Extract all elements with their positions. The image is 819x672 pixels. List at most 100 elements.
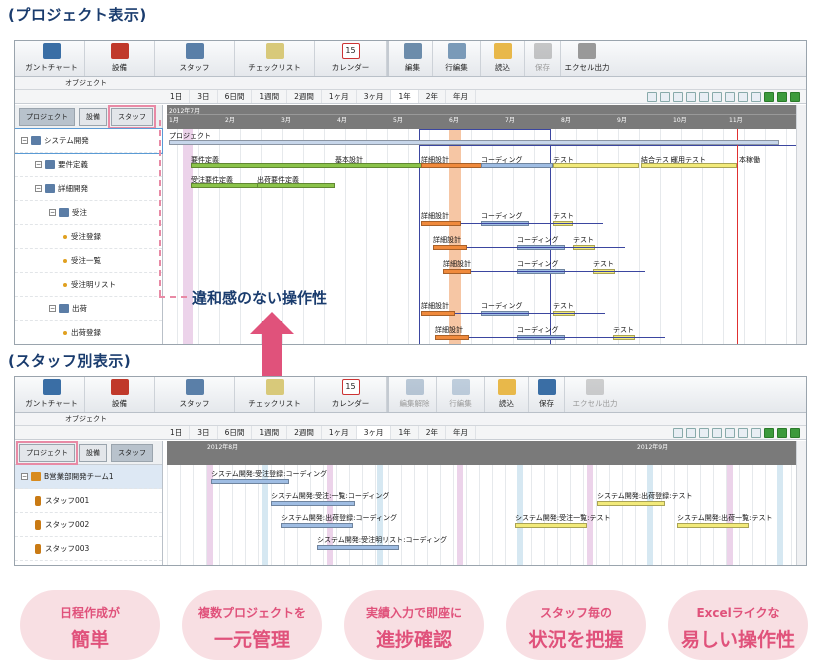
task-bar[interactable] xyxy=(435,335,469,340)
load-button[interactable]: 読込 xyxy=(485,377,529,412)
task-bar[interactable] xyxy=(191,183,259,188)
mode-staff[interactable]: スタッフ xyxy=(108,104,156,129)
mode-equipment[interactable]: 設備 xyxy=(79,443,107,462)
scale-ym[interactable]: 年月 xyxy=(446,90,477,103)
pause-icon[interactable] xyxy=(764,91,774,102)
checklist-button[interactable]: チェックリスト xyxy=(235,41,315,76)
task-bar[interactable] xyxy=(443,269,471,274)
staff-button[interactable]: スタッフ xyxy=(155,377,235,412)
tree-row[interactable]: − B営業部開発チーム1 xyxy=(15,465,162,489)
excel-export-button[interactable]: エクセル出力 xyxy=(565,377,625,412)
vertical-scrollbar[interactable] xyxy=(796,441,806,565)
expand-toggle-icon[interactable]: − xyxy=(49,209,56,216)
scale-1m[interactable]: 1ヶ月 xyxy=(322,426,357,439)
scale-2y[interactable]: 2年 xyxy=(419,90,447,103)
back-icon[interactable] xyxy=(673,427,683,438)
grid-icon[interactable] xyxy=(699,427,709,438)
save-button[interactable]: 保存 xyxy=(525,41,561,76)
tree-row[interactable]: 出荷登録 xyxy=(15,321,162,344)
row-edit-button[interactable]: 行編集 xyxy=(433,41,481,76)
task-bar[interactable] xyxy=(211,479,289,484)
expand-toggle-icon[interactable]: − xyxy=(35,185,42,192)
task-bar[interactable] xyxy=(257,183,335,188)
tree-row[interactable]: 受注登録 xyxy=(15,225,162,249)
tree-row[interactable]: スタッフ003 xyxy=(15,537,162,561)
scale-2w[interactable]: 2週間 xyxy=(287,90,322,103)
scale-3m[interactable]: 3ヶ月 xyxy=(357,90,392,103)
zoom-out-icon[interactable] xyxy=(725,427,735,438)
row-edit-button[interactable]: 行編集 xyxy=(437,377,485,412)
excel-export-button[interactable]: エクセル出力 xyxy=(561,41,613,76)
tree-row[interactable]: スタッフ002 xyxy=(15,513,162,537)
task-bar[interactable] xyxy=(677,523,749,528)
zoom-out-icon[interactable] xyxy=(725,91,735,102)
scale-1m[interactable]: 1ヶ月 xyxy=(322,90,357,103)
pause-icon[interactable] xyxy=(764,427,774,438)
back-icon[interactable] xyxy=(647,91,657,102)
task-bar[interactable] xyxy=(191,163,423,168)
checklist-button[interactable]: チェックリスト xyxy=(235,377,315,412)
scale-1w[interactable]: 1週間 xyxy=(252,90,288,103)
mode-project[interactable]: プロジェクト xyxy=(19,107,75,126)
scale-3m[interactable]: 3ヶ月 xyxy=(356,426,392,439)
zoom-in-icon[interactable] xyxy=(712,91,722,102)
grid-icon[interactable] xyxy=(686,91,696,102)
scale-2y[interactable]: 2年 xyxy=(419,426,447,439)
scale-3d[interactable]: 3日 xyxy=(190,426,218,439)
task-bar[interactable] xyxy=(433,245,467,250)
expand-toggle-icon[interactable]: − xyxy=(49,305,56,312)
next-icon[interactable] xyxy=(790,427,800,438)
scale-6d[interactable]: 6日間 xyxy=(218,90,253,103)
task-bar[interactable] xyxy=(481,163,553,168)
scale-1y[interactable]: 1年 xyxy=(391,426,419,439)
scale-2w[interactable]: 2週間 xyxy=(287,426,322,439)
task-bar[interactable] xyxy=(597,501,665,506)
prev-icon[interactable] xyxy=(777,91,787,102)
mode-equipment[interactable]: 設備 xyxy=(79,107,107,126)
expand-toggle-icon[interactable]: − xyxy=(35,161,42,168)
task-bar[interactable] xyxy=(515,523,587,528)
task-bar[interactable] xyxy=(169,140,779,145)
zoom-fit-icon[interactable] xyxy=(738,427,748,438)
task-bar[interactable] xyxy=(553,163,639,168)
calendar-button[interactable]: 15 カレンダー xyxy=(315,41,387,76)
view-icon[interactable] xyxy=(660,91,670,102)
load-button[interactable]: 読込 xyxy=(481,41,525,76)
zoom-in-icon[interactable] xyxy=(712,427,722,438)
scale-1d[interactable]: 1日 xyxy=(163,426,191,439)
tree-row[interactable]: 受注一覧 xyxy=(15,249,162,273)
mode-staff[interactable]: スタッフ xyxy=(111,443,153,462)
equipment-button[interactable]: 設備 xyxy=(85,377,155,412)
expand-toggle-icon[interactable]: − xyxy=(21,137,28,144)
scale-1y[interactable]: 1年 xyxy=(391,90,419,103)
scale-ym[interactable]: 年月 xyxy=(446,426,477,439)
task-bar[interactable] xyxy=(641,163,737,168)
table-icon[interactable] xyxy=(699,91,709,102)
task-bar[interactable] xyxy=(317,545,399,550)
prev-icon[interactable] xyxy=(777,427,787,438)
mode-project[interactable]: プロジェクト xyxy=(16,440,78,465)
task-bar[interactable] xyxy=(421,311,455,316)
scale-1w[interactable]: 1週間 xyxy=(252,426,288,439)
tree-row[interactable]: − 出荷 xyxy=(15,297,162,321)
scale-6d[interactable]: 6日間 xyxy=(218,426,253,439)
calendar-button[interactable]: 15 カレンダー xyxy=(315,377,387,412)
task-bar[interactable] xyxy=(271,501,355,506)
zoom-fit-icon[interactable] xyxy=(738,91,748,102)
scale-3d[interactable]: 3日 xyxy=(190,90,218,103)
refresh-icon[interactable] xyxy=(751,91,761,102)
next-icon[interactable] xyxy=(790,91,800,102)
equipment-button[interactable]: 設備 xyxy=(85,41,155,76)
edit-release-button[interactable]: 編集解除 xyxy=(393,377,437,412)
vertical-scrollbar[interactable] xyxy=(796,105,806,344)
expand-toggle-icon[interactable]: − xyxy=(21,473,28,480)
gantt-button[interactable]: ガントチャート xyxy=(19,377,85,412)
tree-row[interactable]: − 受注 xyxy=(15,201,162,225)
gantt-button[interactable]: ガントチャート xyxy=(19,41,85,76)
scale-1d[interactable]: 1日 xyxy=(163,90,191,103)
tree-row[interactable]: 受注明リスト xyxy=(15,273,162,297)
flash-icon[interactable] xyxy=(673,91,683,102)
staff-button[interactable]: スタッフ xyxy=(155,41,235,76)
task-bar[interactable] xyxy=(421,163,485,168)
task-bar[interactable] xyxy=(421,221,461,226)
